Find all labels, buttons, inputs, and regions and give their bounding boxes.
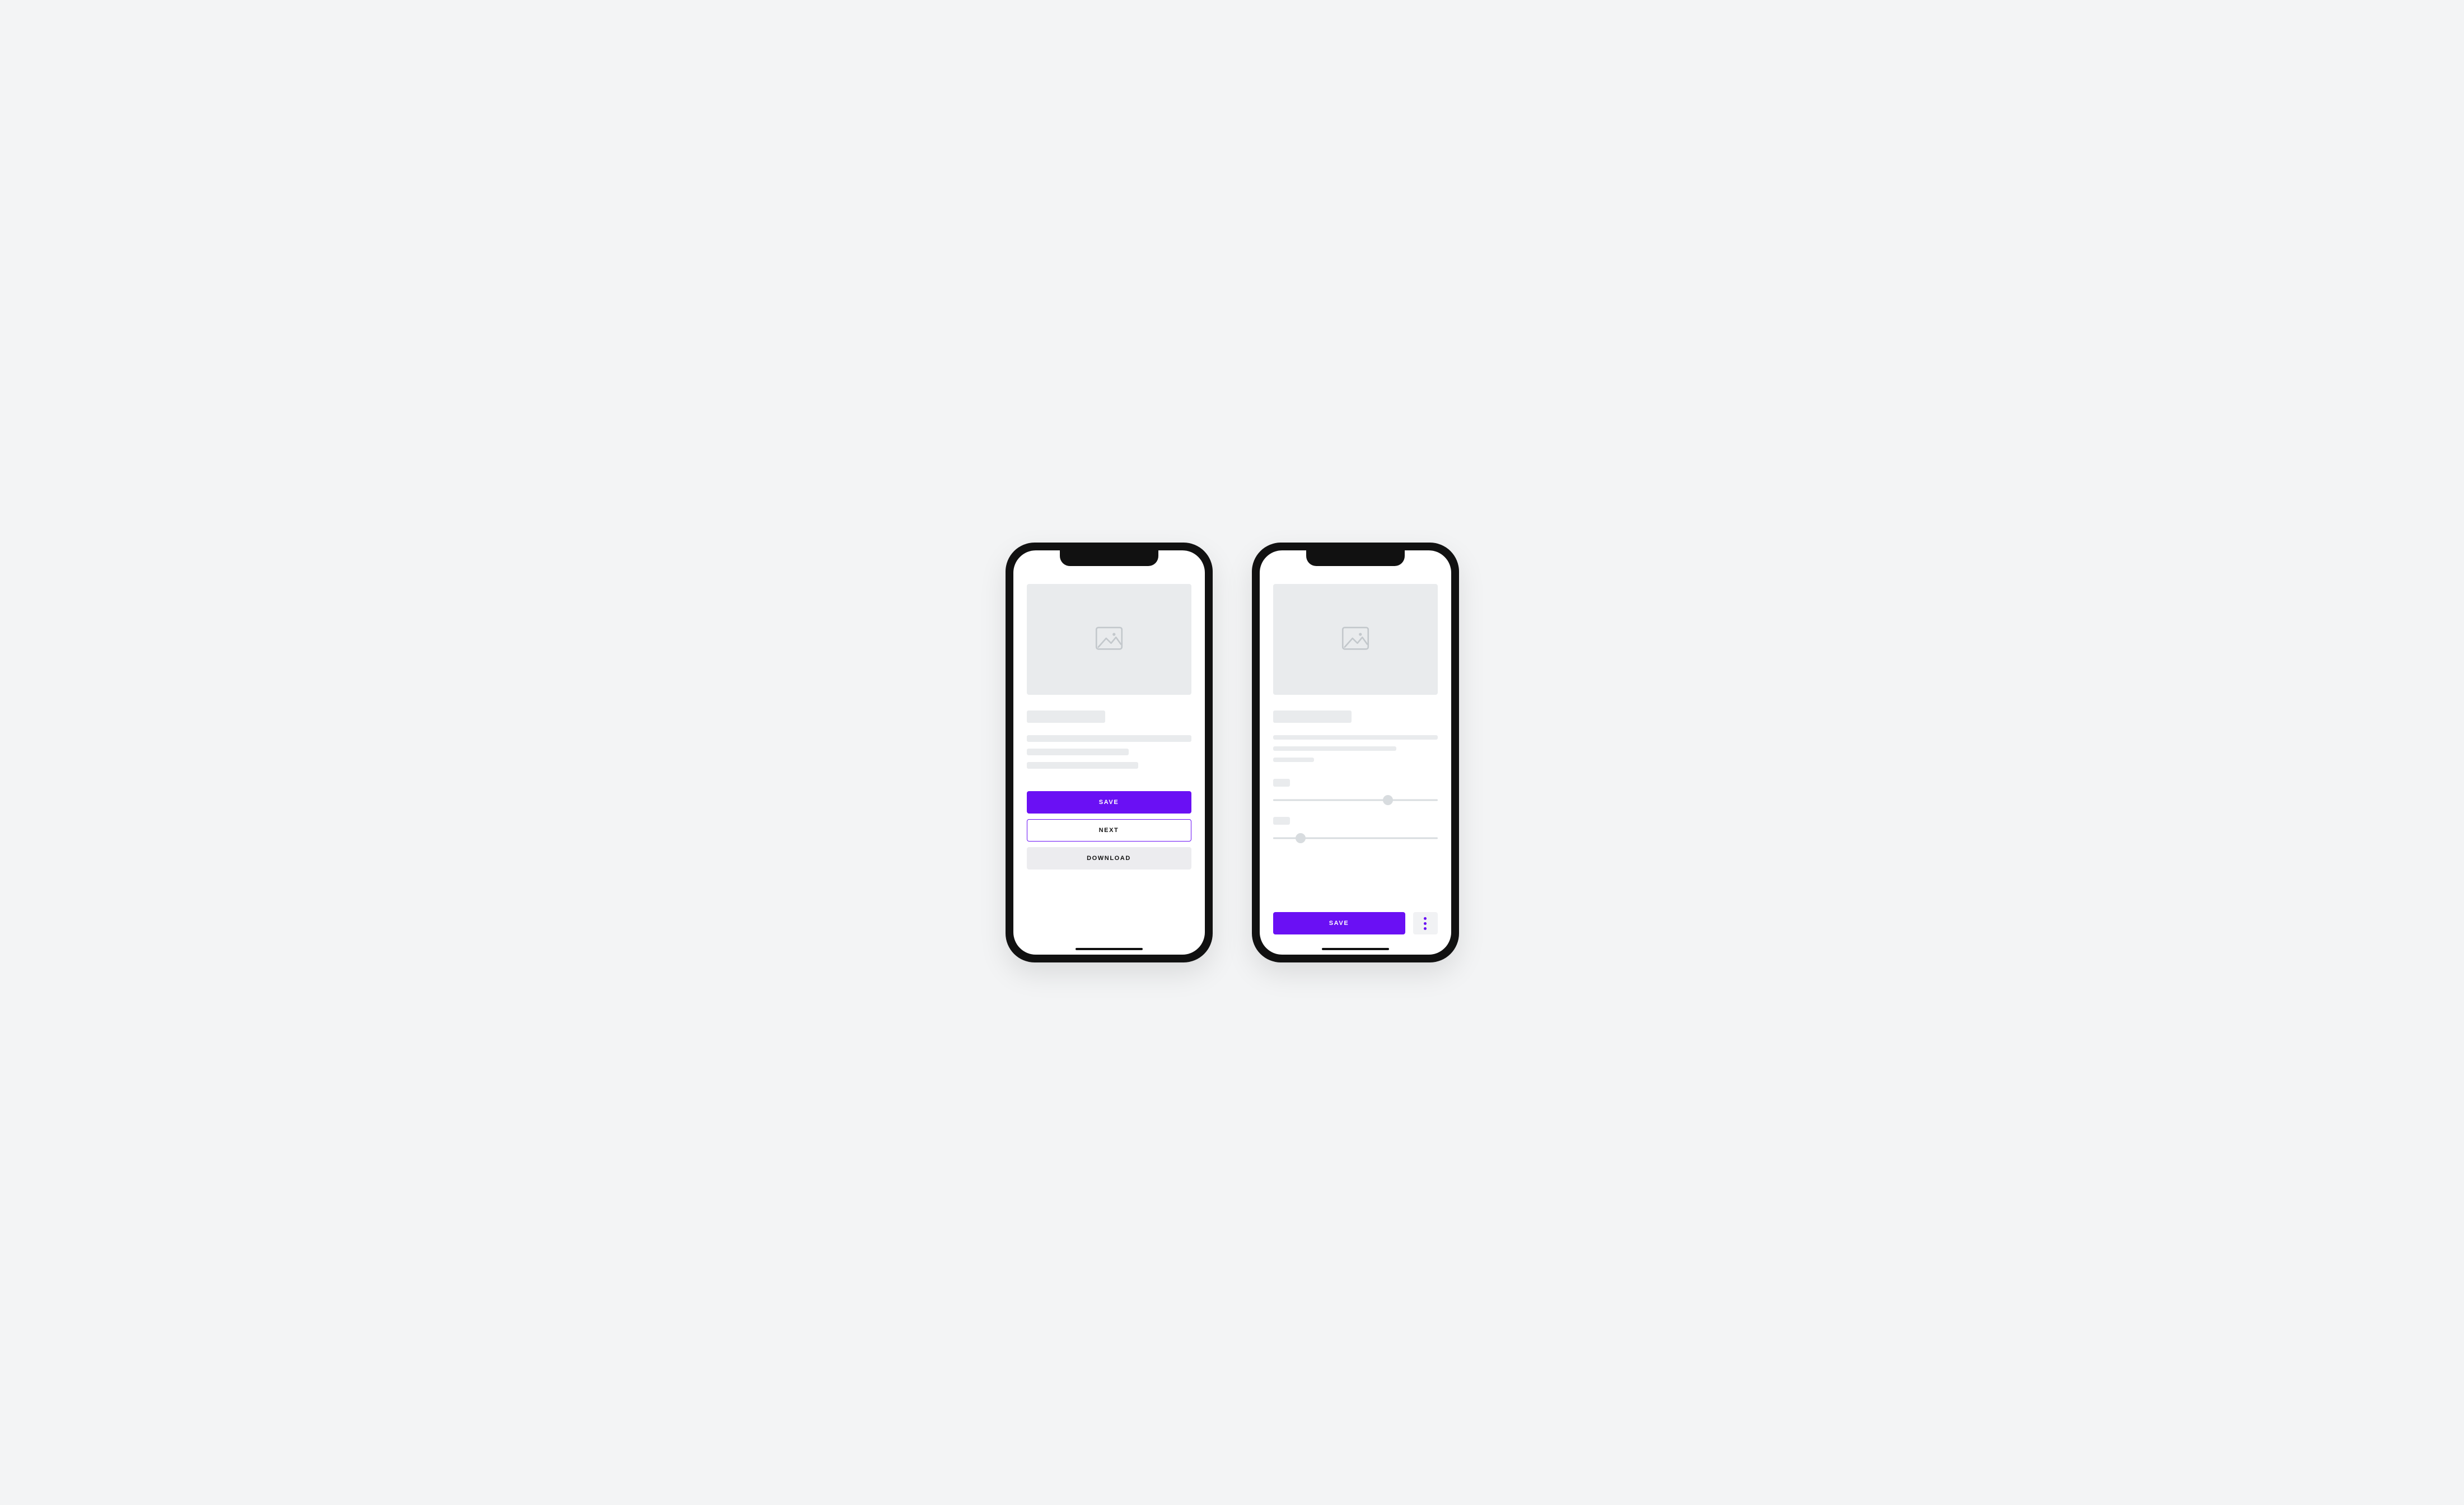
- next-button[interactable]: NEXT: [1027, 819, 1191, 842]
- download-button[interactable]: DOWNLOAD: [1027, 847, 1191, 870]
- slider-1[interactable]: [1273, 796, 1438, 805]
- image-placeholder-icon: [1340, 623, 1371, 657]
- save-button[interactable]: SAVE: [1273, 912, 1405, 934]
- save-button[interactable]: SAVE: [1027, 791, 1191, 814]
- more-options-button[interactable]: [1413, 912, 1438, 934]
- home-indicator: [1076, 948, 1143, 950]
- hero-image-placeholder: [1273, 584, 1438, 695]
- phone-screen-right: SAVE: [1260, 550, 1451, 955]
- phone-mockup-right: SAVE: [1252, 543, 1459, 962]
- slider-label-placeholder: [1273, 779, 1290, 787]
- slider-thumb[interactable]: [1383, 795, 1393, 805]
- paragraph-placeholder: [1273, 735, 1438, 769]
- more-vertical-icon: [1424, 916, 1427, 931]
- slider-thumb[interactable]: [1296, 833, 1306, 843]
- hero-image-placeholder: [1027, 584, 1191, 695]
- home-indicator: [1322, 948, 1389, 950]
- title-placeholder: [1273, 711, 1352, 723]
- device-notch: [1060, 550, 1158, 566]
- device-notch: [1306, 550, 1405, 566]
- phone-screen-left: SAVE NEXT DOWNLOAD: [1013, 550, 1205, 955]
- image-placeholder-icon: [1093, 623, 1125, 657]
- paragraph-placeholder: [1027, 735, 1191, 775]
- phone-mockup-left: SAVE NEXT DOWNLOAD: [1006, 543, 1213, 962]
- slider-label-placeholder: [1273, 817, 1290, 825]
- title-placeholder: [1027, 711, 1105, 723]
- slider-2[interactable]: [1273, 834, 1438, 843]
